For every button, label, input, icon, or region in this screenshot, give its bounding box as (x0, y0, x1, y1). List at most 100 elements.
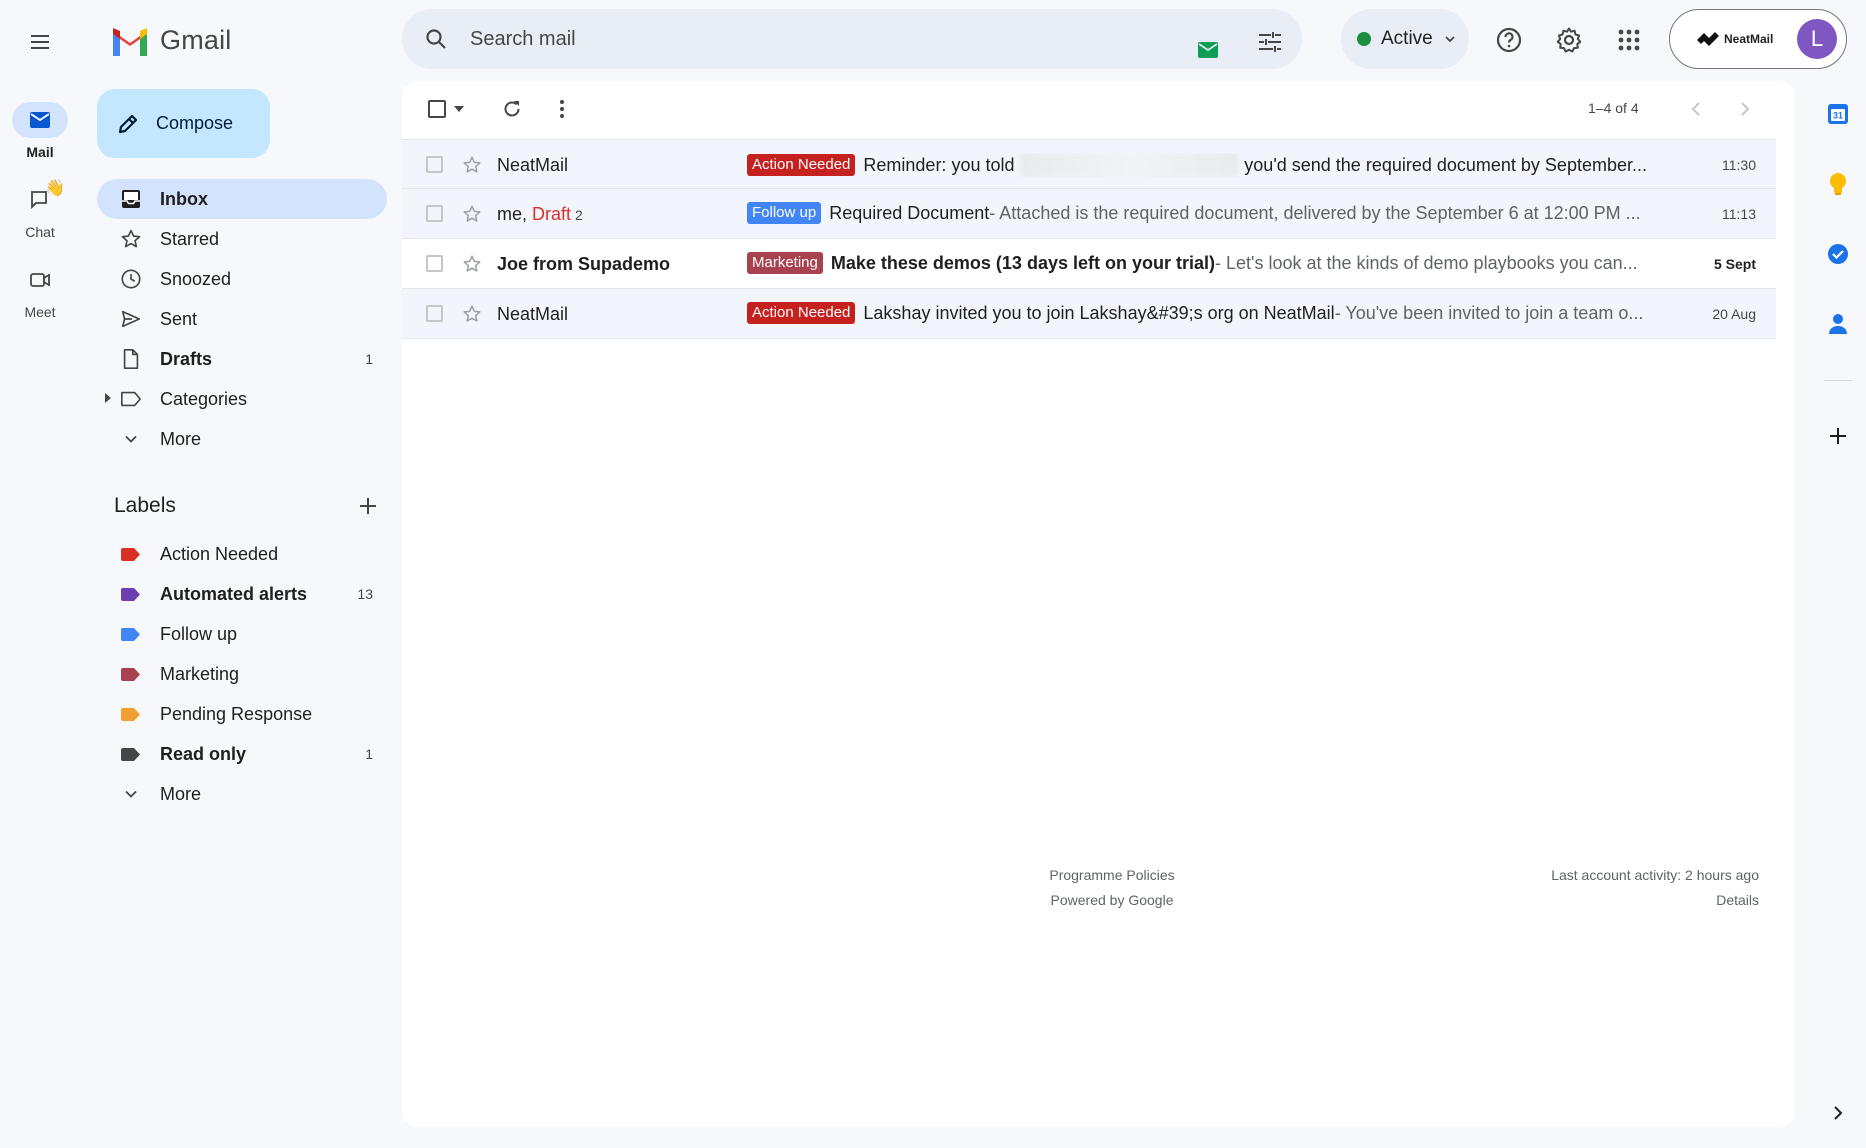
nav-count: 1 (365, 351, 373, 367)
row-checkbox[interactable] (426, 205, 443, 222)
nav-item-more[interactable]: More (97, 419, 387, 459)
email-content: Action Needed Lakshay invited you to joi… (747, 302, 1647, 324)
search-options-button[interactable] (1252, 24, 1288, 60)
more-actions-button[interactable] (542, 93, 582, 125)
email-row[interactable]: NeatMail Action Needed Lakshay invited y… (402, 289, 1776, 339)
label-name: Automated alerts (160, 583, 308, 604)
email-date: 11:30 (1722, 157, 1756, 173)
label-tag-icon (121, 707, 140, 721)
rail-item-mail[interactable]: Mail (0, 102, 80, 160)
label-name: Follow up (160, 623, 238, 644)
row-checkbox[interactable] (426, 255, 443, 272)
redacted-text (1020, 153, 1239, 177)
rail-item-meet[interactable]: Meet (0, 262, 80, 320)
label-item[interactable]: Pending Response (97, 694, 387, 734)
select-all-checkbox[interactable] (424, 93, 468, 125)
calendar-day: 31 (1833, 111, 1843, 121)
newer-page-button[interactable] (1676, 93, 1716, 125)
inbox-icon (122, 190, 140, 208)
email-row[interactable]: Joe from Supademo Marketing Make these d… (402, 239, 1776, 289)
rail-item-chat[interactable]: 👋 Chat (0, 180, 80, 240)
list-toolbar: 1–4 of 4 (402, 81, 1795, 137)
row-checkbox[interactable] (426, 305, 443, 322)
search-input[interactable] (470, 19, 1170, 59)
row-checkbox[interactable] (426, 156, 443, 173)
nav-item-snoozed[interactable]: Snoozed (97, 259, 387, 299)
last-activity-text: Last account activity: 2 hours ago (1551, 867, 1759, 883)
draft-icon (123, 349, 139, 369)
keep-bulb-icon (1830, 173, 1846, 195)
compose-button[interactable]: Compose (97, 89, 270, 158)
email-list: NeatMail Action Needed Reminder: you tol… (402, 139, 1776, 339)
clock-icon (121, 269, 141, 289)
programme-policies-link[interactable]: Programme Policies (1022, 863, 1202, 888)
email-content: Marketing Make these demos (13 days left… (747, 252, 1647, 274)
search-icon (426, 29, 446, 49)
calendar-app-button[interactable]: 31 (1820, 96, 1856, 132)
refresh-button[interactable] (492, 93, 532, 125)
label-badge: Follow up (747, 202, 822, 224)
gmail-m-icon (113, 27, 147, 56)
labels-header: Labels (114, 490, 384, 522)
nav-label: More (160, 428, 202, 449)
google-apps-button[interactable] (1607, 18, 1651, 62)
footer-links: Programme Policies Powered by Google (1022, 863, 1202, 913)
label-item[interactable]: Automated alerts 13 (97, 574, 387, 614)
email-sender: NeatMail (497, 304, 569, 324)
label-badge: Marketing (747, 252, 823, 274)
email-snippet: - You've been invited to join a team o..… (1334, 302, 1644, 323)
nav-item-drafts[interactable]: Drafts 1 (97, 339, 387, 379)
search-button[interactable] (424, 27, 448, 51)
row-star-button[interactable] (462, 254, 482, 274)
labels-more[interactable]: More (97, 774, 387, 814)
nav-label: Categories (160, 388, 248, 409)
main-menu-button[interactable] (18, 20, 62, 64)
label-tag-icon (121, 747, 140, 761)
support-button[interactable] (1487, 18, 1531, 62)
create-label-button[interactable] (352, 490, 384, 522)
expand-arrow-icon[interactable] (104, 393, 112, 403)
status-dropdown[interactable]: Active (1341, 9, 1469, 69)
email-sender: me, Draft 2 (497, 204, 583, 225)
nav-item-starred[interactable]: Starred (97, 219, 387, 259)
app-title: Gmail (160, 24, 232, 55)
get-addons-button[interactable] (1820, 418, 1856, 454)
label-item[interactable]: Marketing (97, 654, 387, 694)
rail-label: Meet (24, 304, 56, 320)
keep-app-button[interactable] (1820, 166, 1856, 202)
email-date: 5 Sept (1713, 256, 1756, 272)
more-vert-icon (560, 100, 564, 118)
email-sender: Joe from Supademo (497, 254, 671, 274)
contacts-app-button[interactable] (1820, 306, 1856, 342)
label-item[interactable]: Follow up (97, 614, 387, 654)
email-date: 11:13 (1722, 206, 1756, 222)
activity-details-link[interactable]: Details (1551, 888, 1759, 913)
label-item[interactable]: Read only 1 (97, 734, 387, 774)
row-star-button[interactable] (462, 304, 482, 324)
help-icon (1496, 27, 1522, 53)
nav-item-sent[interactable]: Sent (97, 299, 387, 339)
account-brand: NeatMail (1724, 32, 1774, 46)
row-star-button[interactable] (462, 204, 482, 224)
older-page-button[interactable] (1725, 93, 1765, 125)
gmail-logo[interactable]: Gmail (110, 22, 232, 58)
label-count: 13 (357, 586, 373, 602)
settings-button[interactable] (1547, 18, 1591, 62)
row-star-button[interactable] (462, 155, 482, 175)
neatmail-extension-button[interactable] (1197, 41, 1219, 61)
email-sender: NeatMail (497, 155, 569, 175)
chevron-down-icon (125, 435, 137, 443)
tasks-app-button[interactable] (1820, 236, 1856, 272)
hide-side-panel-button[interactable] (1820, 1095, 1856, 1131)
checkbox-icon (428, 100, 446, 118)
email-snippet: - Attached is the required document, del… (989, 202, 1641, 223)
email-row[interactable]: NeatMail Action Needed Reminder: you tol… (402, 139, 1776, 189)
chevron-left-icon (1691, 102, 1700, 116)
rail-label: Mail (26, 144, 54, 160)
side-panel: 31 (1808, 0, 1866, 1148)
nav-item-inbox[interactable]: Inbox (97, 179, 387, 219)
nav-item-categories[interactable]: Categories (97, 379, 387, 419)
email-row[interactable]: me, Draft 2 Follow up Required Document -… (402, 189, 1776, 239)
label-item[interactable]: Action Needed (97, 534, 387, 574)
contacts-person-icon (1829, 314, 1847, 334)
